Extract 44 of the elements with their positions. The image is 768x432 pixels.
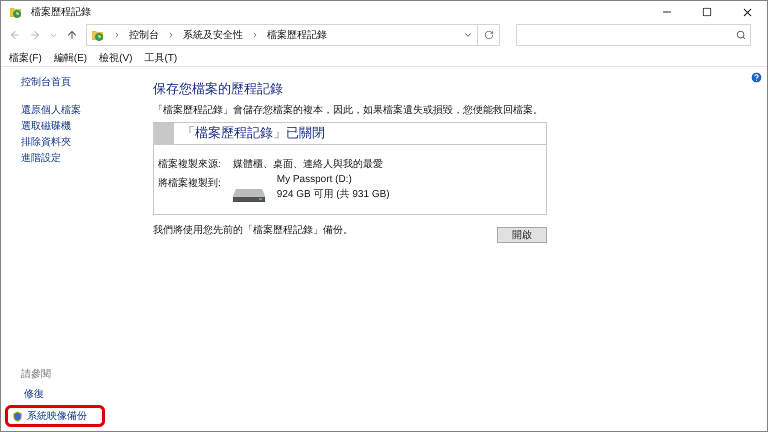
source-value: 媒體櫃、桌面、連絡人與我的最愛 xyxy=(232,158,383,172)
folder-clock-icon xyxy=(9,5,23,19)
chevron-right-icon xyxy=(113,31,121,39)
menu-item[interactable]: 檢視(V) xyxy=(99,51,132,66)
sidebar-link[interactable]: 修復 xyxy=(5,383,137,405)
breadcrumb-item[interactable]: 檔案歷程記錄 xyxy=(267,28,327,42)
drive-icon xyxy=(232,188,265,202)
address-bar[interactable]: 控制台 系統及安全性 檔案歷程記錄 xyxy=(86,24,478,46)
forward-icon[interactable] xyxy=(29,29,41,41)
page-heading: 保存您檔案的歷程記錄 xyxy=(153,80,284,98)
note-text: 我們將使用您先前的「檔案歷程記錄」備份。 xyxy=(153,224,353,238)
chevron-right-icon xyxy=(251,31,259,39)
refresh-button[interactable] xyxy=(478,24,500,46)
menu-item[interactable]: 工具(T) xyxy=(144,51,178,66)
folder-clock-icon xyxy=(91,28,105,42)
sidebar-link[interactable]: 還原個人檔案 xyxy=(21,103,121,119)
target-label: 將檔案複製到: xyxy=(158,176,221,190)
menu-item[interactable]: 檔案(F) xyxy=(9,51,42,66)
maximize-icon xyxy=(702,7,712,17)
drive-space: 924 GB 可用 (共 931 GB) xyxy=(276,188,390,202)
window-title: 檔案歷程記錄 xyxy=(31,6,91,20)
drive-name: My Passport (D:) xyxy=(276,172,353,186)
breadcrumb-item[interactable]: 系統及安全性 xyxy=(183,28,243,42)
sidebar-link[interactable]: 進階設定 xyxy=(21,151,121,167)
chevron-right-icon xyxy=(167,31,175,39)
see-also-heading: 請參閱 xyxy=(21,368,52,382)
turn-on-button[interactable]: 開啟 xyxy=(497,226,547,242)
shield-icon xyxy=(12,410,23,422)
search-icon xyxy=(736,30,746,40)
sidebar-link[interactable]: 系統映像備份 xyxy=(5,405,105,427)
search-field[interactable] xyxy=(516,24,751,46)
sidebar-link[interactable]: 選取磁碟機 xyxy=(21,119,121,135)
status-title: 「檔案歷程記錄」已關閉 xyxy=(182,124,325,142)
up-icon[interactable] xyxy=(66,29,78,41)
sidebar-link[interactable]: 排除資料夾 xyxy=(21,135,121,151)
sidebar-link[interactable]: 控制台首頁 xyxy=(21,75,121,91)
back-icon[interactable] xyxy=(9,29,21,41)
description-text: 「檔案歷程記錄」會儲存您檔案的複本，因此，如果檔案遺失或損毀，您便能救回檔案。 xyxy=(153,104,544,118)
breadcrumb-item[interactable]: 控制台 xyxy=(129,28,159,42)
source-label: 檔案複製來源: xyxy=(158,158,221,172)
menu-item[interactable]: 編輯(E) xyxy=(54,51,88,66)
refresh-icon xyxy=(484,30,494,40)
close-icon xyxy=(740,6,754,18)
help-icon[interactable] xyxy=(750,71,763,84)
